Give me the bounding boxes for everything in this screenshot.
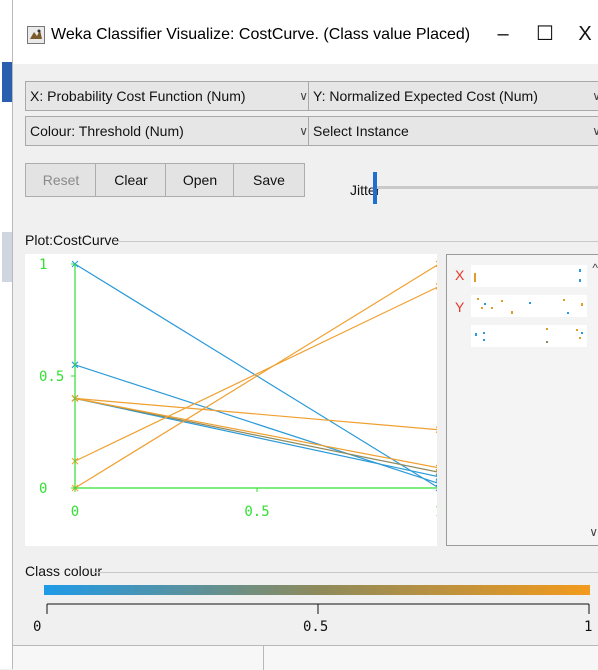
window-title: Weka Classifier Visualize: CostCurve. (C… (51, 26, 471, 43)
close-button[interactable]: X (565, 18, 598, 50)
reset-button[interactable]: Reset (25, 163, 97, 197)
x-tick-label: 0 (71, 504, 79, 520)
cost-curve-line-2 (74, 364, 437, 484)
legend-tick-mid: 0.5 (303, 619, 329, 635)
legend-tick-max: 1 (584, 619, 593, 635)
title-bar[interactable]: Weka Classifier Visualize: CostCurve. (C… (13, 0, 598, 64)
legend-tick-min: 0 (33, 619, 42, 635)
instance-select[interactable]: Select Instance ∨ (308, 116, 598, 146)
chevron-down-icon: ∨ (592, 82, 598, 110)
y-tick-label: 0.5 (39, 369, 64, 385)
x-tick-label: 1 (435, 504, 437, 520)
instance-select-label: Select Instance (313, 123, 409, 139)
chevron-down-icon: ∨ (592, 117, 598, 145)
jitter-slider-track[interactable] (373, 186, 598, 189)
class-colour-axis (46, 603, 590, 614)
y-axis-select[interactable]: Y: Normalized Expected Cost (Num) ∨ (308, 81, 598, 111)
y-tick-label: 1 (39, 257, 47, 273)
data-point-marker-8-end (435, 260, 437, 268)
jitter-slider-thumb[interactable] (373, 172, 377, 204)
visualize-window: Weka Classifier Visualize: CostCurve. (C… (12, 0, 598, 670)
class-colour-rule (93, 572, 598, 573)
background-window-strip (0, 0, 12, 669)
attribute-panel[interactable]: X Y ^ ∨ (446, 254, 598, 546)
attribute-bar-1-points (474, 269, 581, 282)
weka-bird-icon (27, 26, 45, 44)
plot-label: Plot:CostCurve (25, 232, 120, 248)
y-axis-select-label: Y: Normalized Expected Cost (Num) (313, 88, 538, 104)
background-window-accent (2, 62, 12, 102)
clear-button[interactable]: Clear (95, 163, 167, 197)
maximize-button[interactable]: ☐ (525, 18, 565, 50)
data-point-marker-2-end (435, 480, 437, 487)
cost-curve-plot: 0 0.5 1 0 0.5 1 (39, 257, 437, 520)
attribute-bar-2-points (477, 298, 583, 314)
save-button[interactable]: Save (233, 163, 305, 197)
footer-separator (263, 646, 264, 670)
x-axis-select-label: X: Probability Cost Function (Num) (30, 88, 246, 104)
x-tick-label: 0.5 (244, 504, 269, 520)
class-colour-gradient (44, 585, 590, 595)
chevron-down-icon: ∨ (299, 89, 308, 103)
colour-select-label: Colour: Threshold (Num) (30, 123, 184, 139)
attribute-y-letter: Y (455, 299, 465, 315)
status-footer (13, 645, 598, 670)
attribute-x-letter: X (455, 267, 465, 283)
cost-curve-line-3 (74, 397, 437, 477)
attribute-bar-3[interactable] (471, 325, 587, 347)
plot-group-rule (113, 241, 598, 242)
minimize-button[interactable]: – (483, 18, 523, 50)
x-axis-select[interactable]: X: Probability Cost Function (Num) ∨ (25, 81, 315, 111)
open-button[interactable]: Open (165, 163, 235, 197)
background-window-panel (2, 232, 12, 282)
scroll-up-icon[interactable]: ^ (592, 261, 598, 275)
scroll-down-icon[interactable]: ∨ (589, 525, 598, 539)
y-tick-label: 0 (39, 481, 47, 497)
plot-area[interactable]: 0 0.5 1 0 0.5 1 (25, 254, 437, 546)
cost-curve-line-6 (74, 397, 437, 469)
attribute-bar-1[interactable] (471, 265, 587, 287)
colour-select[interactable]: Colour: Threshold (Num) ∨ (25, 116, 315, 146)
attribute-bar-2[interactable] (471, 295, 587, 317)
cost-curve-line-5 (74, 397, 437, 431)
data-point-marker-7-end (435, 283, 437, 290)
class-colour-label: Class colour (25, 563, 103, 579)
attribute-bar-3-points (475, 328, 583, 343)
chevron-down-icon: ∨ (299, 124, 308, 138)
